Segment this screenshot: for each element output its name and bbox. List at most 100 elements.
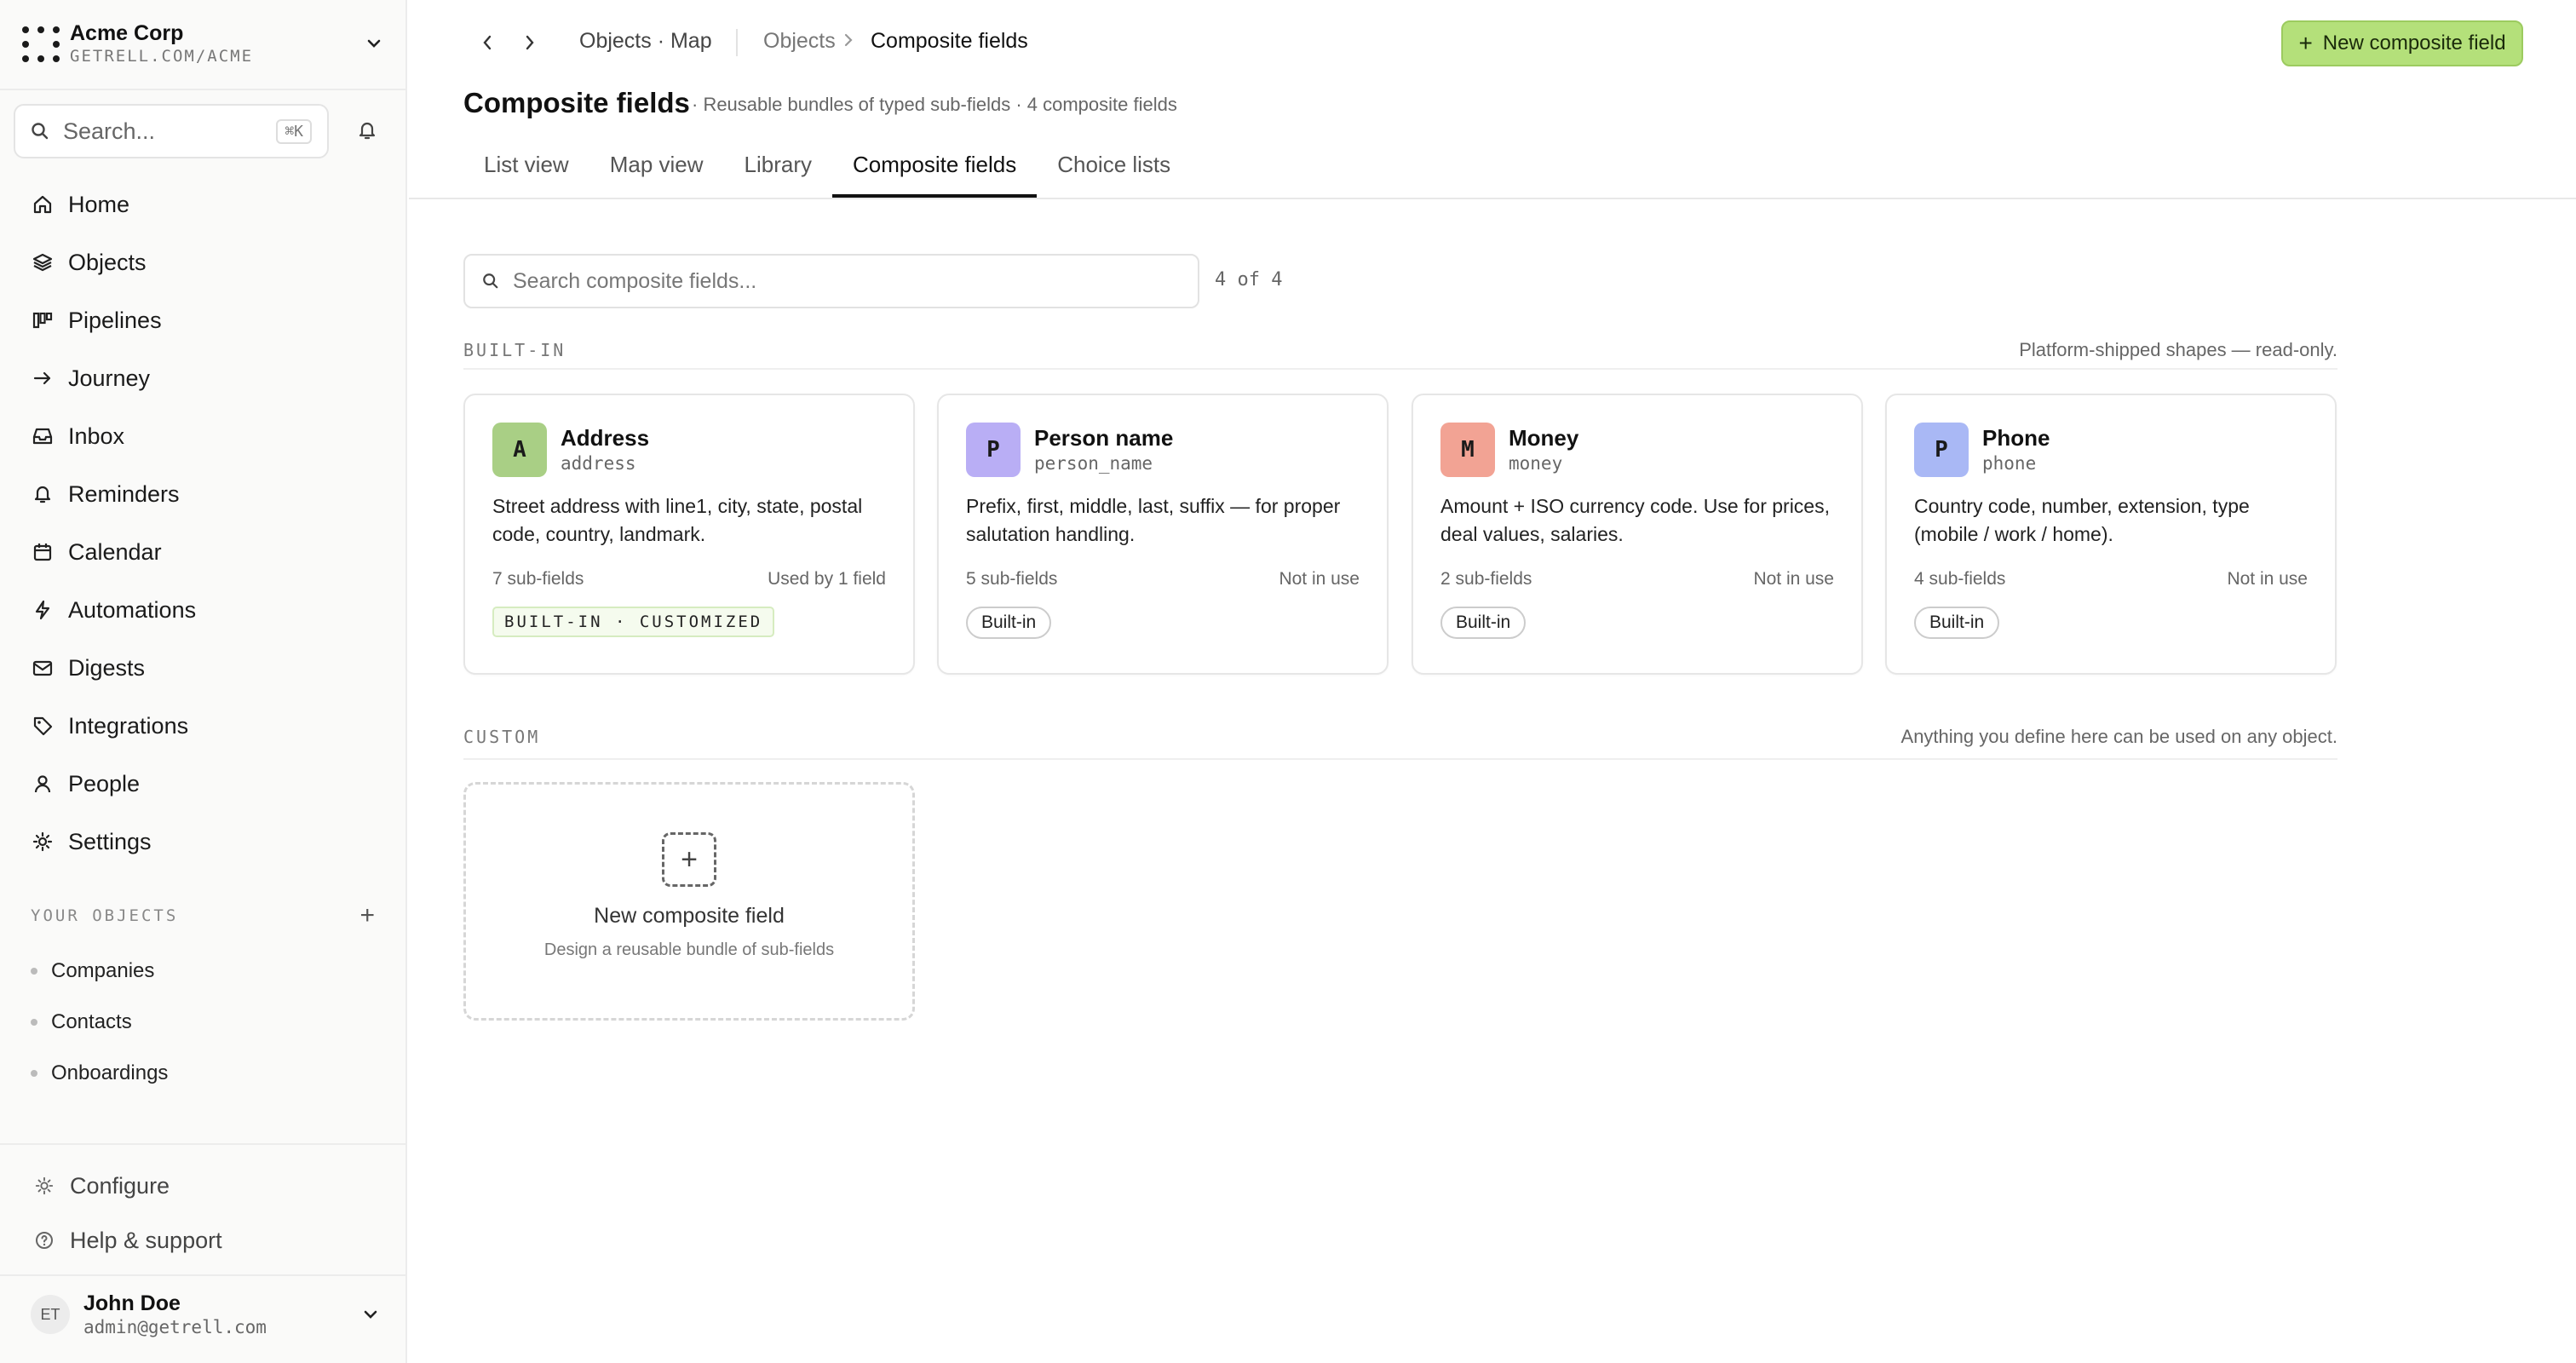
nav-item-inbox[interactable]: Inbox bbox=[29, 407, 196, 465]
tab-list-view[interactable]: List view bbox=[463, 145, 589, 198]
gear-icon bbox=[29, 828, 56, 855]
notifications-bell-icon[interactable] bbox=[354, 118, 380, 143]
card-subfield-count: 5 sub-fields bbox=[966, 569, 1058, 589]
card-tag: Built-in bbox=[1914, 607, 2000, 639]
card-usage: Not in use bbox=[2227, 569, 2308, 589]
nav-label: Reminders bbox=[68, 480, 180, 507]
nav-item-calendar[interactable]: Calendar bbox=[29, 523, 196, 581]
bullet-dot-icon bbox=[31, 968, 37, 975]
card-subfield-count: 4 sub-fields bbox=[1914, 569, 2006, 589]
card-name: Money bbox=[1509, 425, 1579, 451]
your-object-item[interactable]: Contacts bbox=[31, 997, 168, 1048]
card-name: Person name bbox=[1034, 425, 1174, 451]
new-card-subtitle: Design a reusable bundle of sub-fields bbox=[543, 940, 835, 959]
result-count: 4 of 4 bbox=[1215, 269, 1283, 290]
new-composite-field-card[interactable]: + New composite field Design a reusable … bbox=[463, 782, 915, 1021]
forward-button[interactable] bbox=[516, 29, 543, 56]
workspace-switcher[interactable]: Acme Corp GETRELL.COM/ACME bbox=[20, 15, 387, 72]
composite-field-card[interactable]: P Phone phone Country code, number, extensi… bbox=[1885, 394, 2337, 675]
new-composite-field-button[interactable]: + New composite field bbox=[2281, 20, 2523, 66]
card-description: Amount + ISO currency code. Use for pric… bbox=[1440, 495, 1830, 545]
nav-item-automations[interactable]: Automations bbox=[29, 581, 196, 639]
nav-label: People bbox=[68, 770, 141, 797]
nav-item-digests[interactable]: Digests bbox=[29, 639, 196, 697]
primary-nav: Home Objects Pipelines Journey Inbox Rem… bbox=[29, 175, 196, 871]
card-description: Street address with line1, city, state, … bbox=[492, 495, 863, 545]
nav-label: Objects bbox=[68, 249, 147, 275]
card-usage: Not in use bbox=[1279, 569, 1360, 589]
workspace-logo-icon bbox=[20, 25, 60, 62]
chevron-down-icon[interactable] bbox=[361, 31, 387, 56]
card-name: Phone bbox=[1982, 425, 2050, 451]
nav-item-objects[interactable]: Objects bbox=[29, 233, 196, 291]
nav-item-reminders[interactable]: Reminders bbox=[29, 465, 196, 523]
add-object-plus-icon[interactable]: + bbox=[359, 903, 375, 929]
card-key: money bbox=[1509, 453, 1563, 474]
chevron-right-icon bbox=[843, 32, 854, 52]
kanban-icon bbox=[29, 307, 56, 334]
breadcrumb-section[interactable]: Objects bbox=[763, 29, 836, 54]
breadcrumb-parent[interactable]: Objects · Map bbox=[579, 29, 712, 54]
chevron-down-icon[interactable] bbox=[358, 1302, 383, 1327]
configure-link[interactable]: Configure bbox=[31, 1159, 222, 1213]
bullet-dot-icon bbox=[31, 1070, 37, 1077]
builtin-note: Platform-shipped shapes — read-only. bbox=[2019, 339, 2337, 360]
builtin-section-header: BUILT-IN Platform-shipped shapes — read-… bbox=[463, 339, 2337, 361]
gear-icon bbox=[31, 1172, 58, 1199]
view-tabs: List view Map view Library Composite fie… bbox=[463, 145, 1191, 198]
nav-label: Home bbox=[68, 191, 130, 217]
avatar: ET bbox=[31, 1295, 70, 1334]
nav-item-pipelines[interactable]: Pipelines bbox=[29, 291, 196, 349]
tab-composite-fields[interactable]: Composite fields bbox=[832, 145, 1038, 198]
card-tag: Built-in bbox=[1440, 607, 1527, 639]
help-label: Help & support bbox=[70, 1227, 222, 1253]
nav-item-home[interactable]: Home bbox=[29, 175, 196, 233]
nav-item-journey[interactable]: Journey bbox=[29, 349, 196, 407]
workspace-url: GETRELL.COM/ACME bbox=[70, 47, 254, 66]
composite-field-card[interactable]: P Person name person_name Prefix, first, mi… bbox=[937, 394, 1389, 675]
card-description: Country code, number, extension, type (m… bbox=[1914, 495, 2250, 545]
your-object-item[interactable]: Companies bbox=[31, 946, 168, 997]
help-support-link[interactable]: Help & support bbox=[31, 1213, 222, 1268]
nav-item-people[interactable]: People bbox=[29, 755, 196, 813]
card-name: Address bbox=[561, 425, 650, 451]
tab-map-view[interactable]: Map view bbox=[589, 145, 724, 198]
card-tag: Built-in bbox=[966, 607, 1052, 639]
calendar-icon bbox=[29, 538, 56, 566]
configure-label: Configure bbox=[70, 1172, 170, 1199]
nav-label: Inbox bbox=[68, 423, 125, 449]
sidebar-divider bbox=[0, 1274, 407, 1276]
tab-library[interactable]: Library bbox=[724, 145, 832, 198]
nav-item-integrations[interactable]: Integrations bbox=[29, 697, 196, 755]
custom-title: CUSTOM bbox=[463, 727, 541, 747]
workspace-name: Acme Corp bbox=[70, 21, 184, 45]
card-subfield-count: 2 sub-fields bbox=[1440, 569, 1532, 589]
your-object-label: Contacts bbox=[51, 1010, 132, 1033]
builtin-title: BUILT-IN bbox=[463, 340, 566, 360]
person-icon bbox=[29, 770, 56, 797]
sidebar-footer-links: Configure Help & support bbox=[31, 1159, 222, 1268]
tab-choice-lists[interactable]: Choice lists bbox=[1037, 145, 1191, 198]
composite-field-card[interactable]: M Money money Amount + ISO currency code. U… bbox=[1412, 394, 1863, 675]
card-subfield-count: 7 sub-fields bbox=[492, 569, 584, 589]
new-composite-field-label: New composite field bbox=[2322, 32, 2506, 55]
composite-field-card[interactable]: A Address address Street address with line1… bbox=[463, 394, 915, 675]
tabs-divider bbox=[409, 198, 2576, 199]
plus-icon: + bbox=[2298, 30, 2313, 56]
user-menu[interactable]: ET John Doe admin@getrell.com bbox=[31, 1291, 383, 1338]
your-object-label: Onboardings bbox=[51, 1061, 169, 1084]
sidebar-search-input[interactable]: Search... ⌘K bbox=[14, 104, 329, 158]
tag-icon bbox=[29, 712, 56, 739]
nav-item-settings[interactable]: Settings bbox=[29, 813, 196, 871]
nav-label: Settings bbox=[68, 828, 152, 854]
card-badge: P bbox=[966, 423, 1021, 477]
composite-search-input[interactable]: Search composite fields... bbox=[463, 254, 1199, 308]
back-button[interactable] bbox=[474, 29, 501, 56]
card-badge: P bbox=[1914, 423, 1969, 477]
your-object-item[interactable]: Onboardings bbox=[31, 1048, 168, 1099]
section-divider bbox=[463, 758, 2337, 760]
nav-label: Pipelines bbox=[68, 307, 162, 333]
page-title: Composite fields bbox=[463, 87, 690, 118]
card-description: Prefix, first, middle, last, suffix — fo… bbox=[966, 495, 1341, 545]
sidebar-divider bbox=[0, 1143, 407, 1145]
